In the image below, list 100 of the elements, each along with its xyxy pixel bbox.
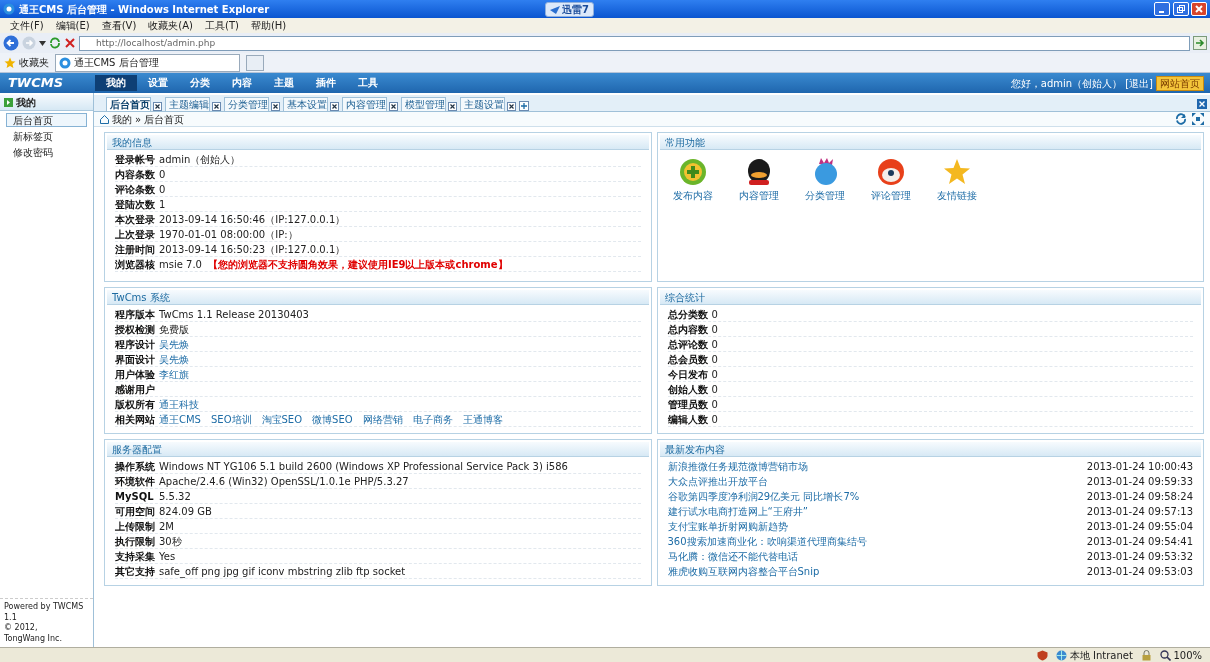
page-tab[interactable]: 基本设置: [283, 97, 328, 111]
add-icon[interactable]: [678, 158, 707, 186]
stop-icon[interactable]: [64, 37, 76, 49]
fullscreen-icon[interactable]: [1192, 113, 1204, 125]
breadcrumb-item: 后台首页: [144, 112, 185, 126]
news-date: 2013-01-24 09:58:24: [1086, 490, 1193, 503]
link[interactable]: 李红旗: [159, 367, 189, 381]
maximize-button[interactable]: [1172, 2, 1189, 16]
caret-icon[interactable]: [39, 40, 46, 46]
row-value: 2013-09-14 16:50:46（IP:127.0.0.1）: [159, 212, 346, 226]
page-tab[interactable]: 主题编辑: [165, 97, 210, 111]
page-tab[interactable]: 内容管理: [342, 97, 387, 111]
minimize-button[interactable]: [1154, 2, 1170, 16]
browser-tab[interactable]: 通王CMS 后台管理: [54, 53, 240, 72]
star-icon[interactable]: [942, 158, 971, 186]
page-tab[interactable]: 模型管理: [401, 97, 446, 111]
row-label: 浏览器核: [115, 257, 153, 271]
link[interactable]: 吴先焕: [159, 337, 189, 351]
browser-icon: [58, 56, 71, 69]
menu-item[interactable]: 收藏夹(A): [142, 19, 199, 32]
add-tab-icon[interactable]: [519, 101, 529, 111]
footer-link[interactable]: TongWang Inc.: [4, 633, 62, 643]
logout-link[interactable]: [退出]: [1125, 76, 1153, 90]
favorites-label[interactable]: 收藏夹: [18, 56, 49, 69]
nav-item[interactable]: 我的: [95, 75, 137, 91]
back-icon[interactable]: [3, 35, 19, 51]
close-icon[interactable]: [507, 102, 516, 111]
row-value: 0: [711, 382, 718, 396]
close-icon[interactable]: [330, 102, 339, 111]
row-label: 用户体验: [115, 367, 153, 381]
shortcut-link[interactable]: 内容管理: [738, 189, 779, 202]
link[interactable]: 通王科技: [159, 397, 199, 411]
close-icon[interactable]: [212, 102, 221, 111]
news-link[interactable]: 马化腾：微信还不能代替电话: [667, 550, 798, 563]
zoom-icon[interactable]: [1159, 649, 1171, 661]
nav-item[interactable]: 设置: [137, 75, 179, 91]
toolbar-badge[interactable]: 迅雷7: [545, 2, 594, 17]
go-icon[interactable]: [1193, 36, 1207, 50]
link[interactable]: 通王CMS: [159, 412, 201, 426]
link[interactable]: SEO培训: [210, 412, 252, 426]
close-icon[interactable]: [153, 102, 162, 111]
nav-item[interactable]: 主题: [263, 75, 305, 91]
row-label: 相关网站: [115, 412, 153, 426]
globe-icon: [1056, 649, 1068, 661]
page-tab[interactable]: 后台首页: [106, 97, 151, 111]
sidebar-item[interactable]: 修改密码: [6, 145, 87, 159]
refresh-icon[interactable]: [1175, 113, 1187, 125]
shortcut-link[interactable]: 分类管理: [804, 189, 845, 202]
link[interactable]: 微博SEO: [312, 412, 353, 426]
row-label: 操作系统: [115, 459, 153, 473]
link[interactable]: 淘宝SEO: [261, 412, 303, 426]
address-field[interactable]: http://localhost/admin.php: [79, 35, 1190, 51]
eye-ball-icon[interactable]: [876, 158, 905, 186]
breadcrumb-separator: »: [135, 112, 142, 126]
breadcrumb-item[interactable]: 我的: [112, 112, 132, 126]
row-value: 30秒: [159, 534, 182, 548]
shortcut-link[interactable]: 友情链接: [936, 189, 977, 202]
panel-header: 最新发布内容: [659, 442, 1201, 457]
link[interactable]: 吴先焕: [159, 352, 189, 366]
row-label: 总内容数: [667, 322, 706, 336]
row-value: 0: [711, 367, 718, 381]
row-value: Yes: [159, 549, 176, 563]
zoom-level[interactable]: 100%: [1173, 648, 1202, 662]
menu-item[interactable]: 文件(F): [4, 19, 50, 32]
row-label: 编辑人数: [667, 412, 706, 426]
news-link[interactable]: 360搜索加速商业化：吹响渠道代理商集结号: [667, 535, 867, 548]
news-link[interactable]: 雅虎收购互联网内容整合平台Snip: [667, 565, 820, 578]
link[interactable]: 王通博客: [462, 412, 503, 426]
footer-link[interactable]: TWCMS: [52, 602, 84, 612]
page-tab[interactable]: 主题设置: [460, 97, 505, 111]
menu-item[interactable]: 编辑(E): [49, 19, 96, 32]
page-tab[interactable]: 分类管理: [224, 97, 269, 111]
menu-item[interactable]: 工具(T): [199, 19, 245, 32]
nav-item[interactable]: 分类: [179, 75, 221, 91]
close-button[interactable]: [1191, 2, 1207, 16]
news-link[interactable]: 大众点评推出开放平台: [667, 475, 768, 488]
news-link[interactable]: 新浪推微任务规范微博营销市场: [667, 460, 808, 473]
news-link[interactable]: 谷歌第四季度净利润29亿美元 同比增长7%: [667, 490, 860, 503]
shortcut-link[interactable]: 发布内容: [672, 189, 713, 202]
news-link[interactable]: 支付宝账单折射网购新趋势: [667, 520, 788, 533]
nav-item[interactable]: 内容: [221, 75, 263, 91]
close-icon[interactable]: [448, 102, 457, 111]
row-value: 0: [159, 167, 166, 181]
sidebar-item[interactable]: 后台首页: [6, 113, 87, 127]
menu-item[interactable]: 帮助(H): [244, 19, 293, 32]
close-icon[interactable]: [389, 102, 398, 111]
close-icon[interactable]: [271, 102, 280, 111]
news-date: 2013-01-24 09:55:04: [1086, 520, 1193, 533]
row-value: 免费版: [159, 322, 189, 336]
nav-item[interactable]: 工具: [347, 75, 389, 91]
link[interactable]: 电子商务: [412, 412, 453, 426]
news-link[interactable]: 建行试水电商打造网上“王府井”: [667, 505, 808, 518]
row-value: 0: [711, 337, 718, 351]
shortcut-link[interactable]: 评论管理: [870, 189, 911, 202]
menu-item[interactable]: 查看(V): [95, 19, 143, 32]
link[interactable]: 网络营销: [362, 412, 403, 426]
nav-item[interactable]: 插件: [305, 75, 347, 91]
sidebar-item[interactable]: 新标签页: [6, 129, 87, 143]
home-button[interactable]: 网站首页: [1156, 75, 1204, 91]
star-icon[interactable]: [4, 56, 16, 69]
